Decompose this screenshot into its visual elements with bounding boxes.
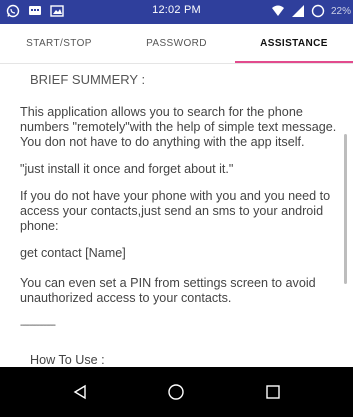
section-heading-how-to: How To Use : <box>30 353 105 367</box>
section-heading: BRIEF SUMMERY : <box>30 72 146 87</box>
divider: --------------- <box>20 320 56 331</box>
battery-icon <box>311 4 325 18</box>
recents-icon <box>266 385 280 399</box>
command-example: get contact [Name] <box>20 246 126 260</box>
paragraph-intro: This application allows you to search fo… <box>20 105 338 135</box>
quote-text: "just install it once and forget about i… <box>20 162 234 176</box>
recents-button[interactable] <box>243 367 303 417</box>
assistance-content[interactable]: BRIEF SUMMERY : This application allows … <box>0 64 353 367</box>
paragraph-intro-2: You don not have to do anything with the… <box>20 135 305 149</box>
tab-password[interactable]: PASSWORD <box>118 24 235 63</box>
navigation-bar <box>0 367 353 417</box>
paragraph-pin: You can even set a PIN from settings scr… <box>20 276 316 305</box>
active-tab-indicator <box>235 61 353 63</box>
back-icon <box>73 384 86 400</box>
paragraph-remote-access: If you do not have your phone with you a… <box>20 189 331 233</box>
back-button[interactable] <box>50 367 110 417</box>
status-bar: 12:02 PM 22% <box>0 0 353 24</box>
paragraph-intro-1: This application allows you to search fo… <box>20 105 337 134</box>
help-text: BRIEF SUMMERY : This application allows … <box>20 72 338 367</box>
wifi-icon <box>271 5 284 16</box>
battery-level: 22% <box>330 5 351 17</box>
scrollbar[interactable] <box>344 134 347 284</box>
tab-start-stop[interactable]: START/STOP <box>0 24 118 63</box>
tab-assistance[interactable]: ASSISTANCE <box>235 24 353 63</box>
signal-icon <box>291 5 304 17</box>
home-icon <box>168 384 184 400</box>
home-button[interactable] <box>146 367 206 417</box>
tab-bar: START/STOP PASSWORD ASSISTANCE <box>0 24 353 64</box>
